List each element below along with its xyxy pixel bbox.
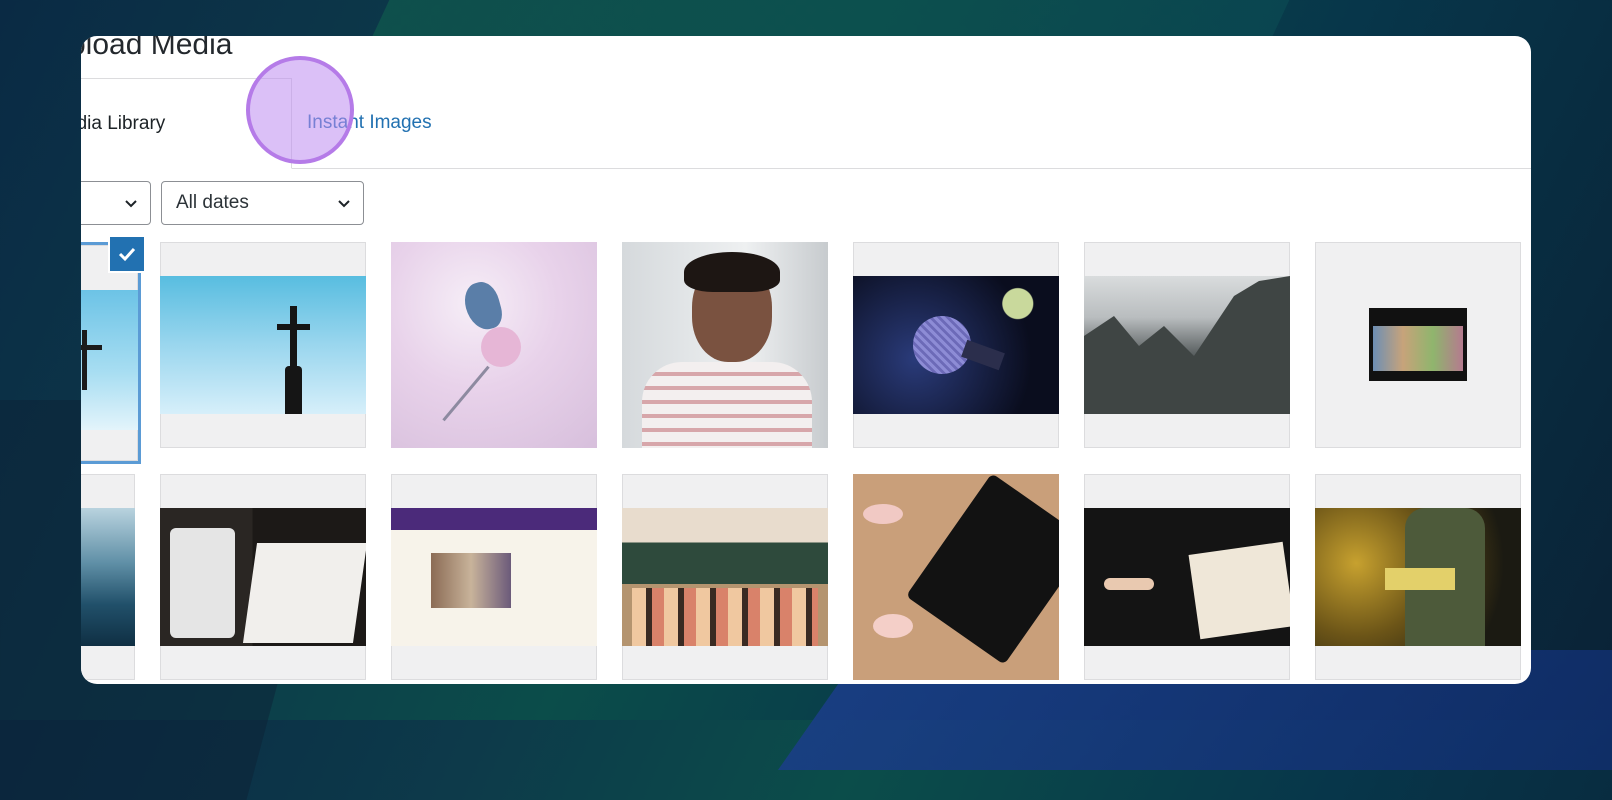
media-item[interactable] — [1084, 474, 1290, 680]
media-type-select[interactable] — [81, 181, 151, 225]
butterfly-image — [391, 242, 597, 448]
media-item[interactable] — [81, 474, 135, 680]
holy-bible-image — [853, 474, 1059, 680]
media-item[interactable] — [160, 242, 366, 448]
media-item[interactable] — [622, 474, 828, 680]
reading-bible-image — [1315, 508, 1521, 646]
cursor-highlight — [246, 56, 354, 164]
chevron-down-icon — [124, 194, 138, 208]
media-item[interactable] — [1084, 242, 1290, 448]
classroom-image — [622, 508, 828, 646]
date-filter-select[interactable]: All dates — [161, 181, 364, 225]
chevron-down-icon — [337, 194, 351, 208]
media-item[interactable] — [1315, 242, 1521, 448]
media-modal: pload Media edia Library Instant Images … — [81, 36, 1531, 684]
mountains-image — [1084, 276, 1290, 414]
sky-image — [81, 290, 138, 430]
media-item[interactable] — [622, 242, 828, 448]
sky-cross-image — [160, 276, 366, 414]
media-item[interactable] — [853, 242, 1059, 448]
microphone-image — [853, 276, 1059, 414]
selected-check-icon[interactable] — [108, 235, 146, 273]
ocean-image — [81, 508, 135, 646]
media-item[interactable] — [391, 474, 597, 680]
media-item[interactable] — [160, 474, 366, 680]
video-thumbnail-image — [1369, 308, 1467, 381]
media-item[interactable] — [81, 242, 141, 464]
media-item[interactable] — [1315, 474, 1521, 680]
bible-writing-image — [1084, 508, 1290, 646]
media-item[interactable] — [391, 242, 597, 448]
man-portrait-image — [622, 242, 828, 448]
website-screenshot-image — [391, 508, 597, 646]
select-value: All dates — [176, 192, 249, 213]
page-title: pload Media — [81, 36, 233, 61]
notebook-image — [160, 508, 366, 646]
media-item[interactable] — [853, 474, 1059, 680]
tab-label: edia Library — [81, 112, 166, 134]
